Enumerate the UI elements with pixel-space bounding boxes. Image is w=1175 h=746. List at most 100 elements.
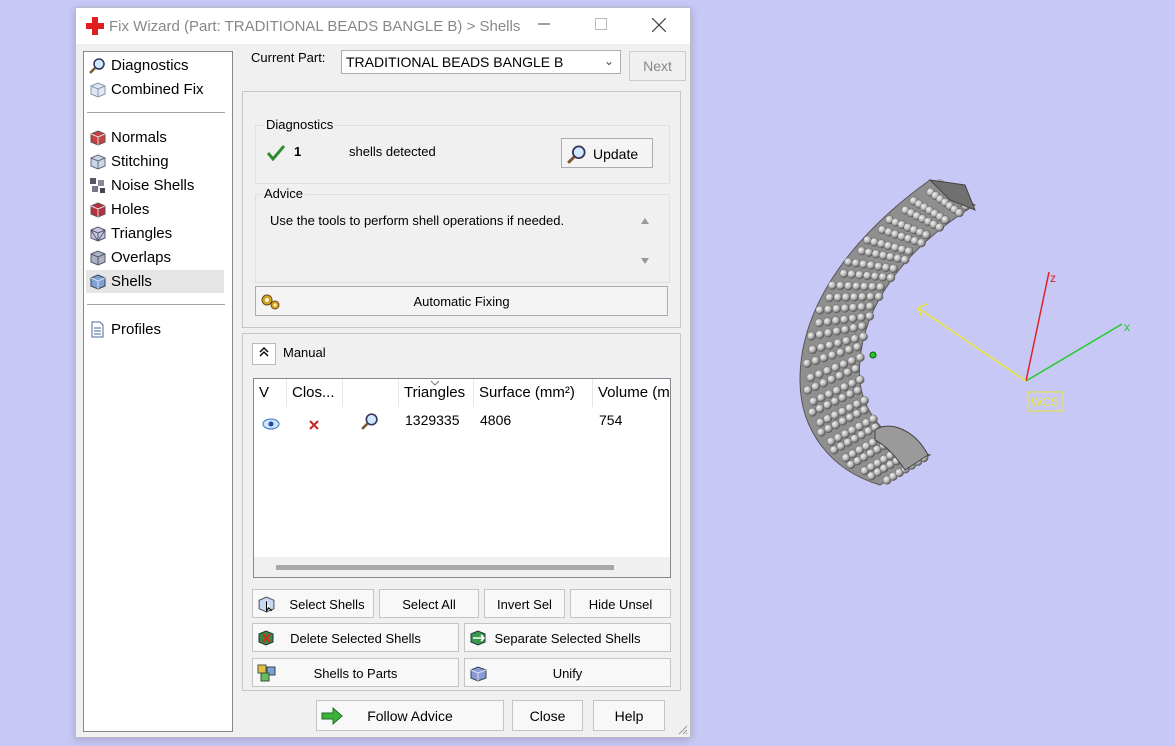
title-bar[interactable]: Fix Wizard (Part: TRADITIONAL BEADS BANG… bbox=[76, 8, 690, 44]
magnifier-icon[interactable] bbox=[361, 410, 379, 432]
bangle-model[interactable] bbox=[799, 179, 976, 486]
bead bbox=[879, 250, 888, 260]
scrollbar-thumb[interactable] bbox=[276, 565, 614, 570]
bead bbox=[833, 338, 843, 348]
minimize-icon bbox=[538, 23, 550, 25]
bead bbox=[844, 281, 853, 291]
stitching-cube-icon bbox=[90, 154, 106, 170]
normals-cube-icon bbox=[90, 130, 106, 146]
hide-unselected-button[interactable]: Hide Unsel bbox=[570, 589, 671, 618]
follow-advice-button[interactable]: Follow Advice bbox=[316, 700, 504, 731]
minimize-button[interactable] bbox=[522, 12, 566, 40]
collapse-manual-button[interactable] bbox=[252, 343, 276, 365]
bead bbox=[832, 326, 842, 336]
diagnostics-title: Diagnostics bbox=[264, 117, 336, 132]
bead bbox=[917, 238, 926, 248]
bead bbox=[955, 208, 964, 218]
nav-label: Normals bbox=[111, 129, 167, 146]
hide-unselected-label: Hide Unsel bbox=[588, 597, 653, 612]
check-icon bbox=[267, 145, 285, 161]
bead bbox=[865, 311, 875, 321]
bead bbox=[848, 303, 858, 312]
horizontal-scrollbar[interactable] bbox=[254, 557, 670, 577]
eye-icon[interactable] bbox=[262, 413, 280, 435]
nav-item-combined-fix[interactable]: Combined Fix bbox=[86, 78, 224, 101]
column-header-zoom[interactable] bbox=[343, 379, 399, 407]
nav-label: Combined Fix bbox=[111, 81, 204, 98]
bead bbox=[845, 403, 855, 413]
shells-table[interactable]: V Clos... Triangles Surface (mm²) Volume… bbox=[253, 378, 671, 578]
advice-scrollbar[interactable] bbox=[636, 210, 654, 272]
nav-item-diagnostics[interactable]: Diagnostics bbox=[86, 54, 224, 77]
bead bbox=[904, 246, 914, 256]
nav-item-shells[interactable]: Shells bbox=[86, 270, 224, 293]
bead bbox=[859, 405, 869, 415]
bead bbox=[827, 350, 837, 360]
wcs-label: WCS bbox=[1031, 395, 1059, 409]
column-header-visible[interactable]: V bbox=[254, 379, 287, 407]
separate-selected-shells-button[interactable]: Separate Selected Shells bbox=[464, 623, 671, 652]
bead bbox=[853, 386, 863, 395]
bead bbox=[858, 292, 867, 302]
automatic-fixing-button[interactable]: Automatic Fixing bbox=[255, 286, 668, 316]
cell-volume: 754 bbox=[599, 412, 623, 428]
current-part-select[interactable]: TRADITIONAL BEADS BANGLE B ⌄ bbox=[341, 50, 621, 74]
maximize-button[interactable] bbox=[579, 12, 623, 40]
close-label: Close bbox=[529, 708, 566, 724]
nav-item-normals[interactable]: Normals bbox=[86, 126, 224, 149]
bead bbox=[855, 353, 865, 362]
close-button[interactable]: Close bbox=[512, 700, 583, 731]
bead bbox=[851, 364, 860, 374]
nav-item-overlaps[interactable]: Overlaps bbox=[86, 246, 224, 269]
bead bbox=[847, 269, 857, 279]
nav-item-triangles[interactable]: Triangles bbox=[86, 222, 224, 245]
bead bbox=[835, 371, 844, 381]
nav-label: Diagnostics bbox=[111, 57, 189, 74]
column-header-closed[interactable]: Clos... bbox=[287, 379, 343, 407]
shells-to-parts-button[interactable]: Shells to Parts bbox=[252, 658, 459, 687]
bead bbox=[839, 269, 849, 278]
help-button[interactable]: Help bbox=[593, 700, 665, 731]
bead bbox=[855, 270, 864, 280]
select-all-label: Select All bbox=[402, 597, 456, 612]
bead bbox=[831, 363, 840, 372]
automatic-group: Diagnostics 1 shells detected Update Adv… bbox=[242, 91, 681, 328]
bead bbox=[857, 321, 867, 331]
nav-item-noise-shells[interactable]: Noise Shells bbox=[86, 174, 224, 197]
resize-grip-icon[interactable] bbox=[676, 723, 688, 735]
column-header-surface[interactable]: Surface (mm²) bbox=[474, 379, 593, 407]
advice-text: Use the tools to perform shell operation… bbox=[270, 213, 565, 228]
nav-item-stitching[interactable]: Stitching bbox=[86, 150, 224, 173]
bead bbox=[863, 271, 872, 280]
bead bbox=[935, 222, 944, 232]
next-button[interactable]: Next bbox=[629, 51, 686, 81]
unify-button[interactable]: Unify bbox=[464, 658, 671, 687]
bead bbox=[823, 328, 833, 338]
select-shells-button[interactable]: Select Shells bbox=[252, 589, 374, 618]
close-window-button[interactable] bbox=[637, 12, 681, 40]
bead bbox=[816, 342, 826, 352]
bead bbox=[857, 246, 867, 256]
update-button[interactable]: Update bbox=[561, 138, 653, 168]
shells-cube-icon bbox=[90, 274, 106, 290]
column-header-volume[interactable]: Volume (m bbox=[593, 379, 670, 407]
bead bbox=[840, 303, 850, 313]
bead bbox=[836, 348, 845, 357]
bead bbox=[823, 305, 833, 314]
delete-selected-shells-button[interactable]: Delete Selected Shells bbox=[252, 623, 459, 652]
bead bbox=[850, 334, 860, 344]
bead bbox=[849, 323, 859, 333]
bead bbox=[868, 282, 877, 292]
bead bbox=[859, 259, 868, 269]
bead bbox=[857, 302, 866, 312]
bead bbox=[807, 331, 816, 341]
bead bbox=[831, 316, 841, 326]
bead bbox=[900, 255, 910, 265]
bead bbox=[844, 345, 854, 355]
bead bbox=[845, 389, 855, 399]
select-all-button[interactable]: Select All bbox=[379, 589, 479, 618]
bead bbox=[847, 378, 857, 388]
nav-item-profiles[interactable]: Profiles bbox=[86, 318, 224, 341]
invert-selection-button[interactable]: Invert Sel bbox=[484, 589, 565, 618]
nav-item-holes[interactable]: Holes bbox=[86, 198, 224, 221]
